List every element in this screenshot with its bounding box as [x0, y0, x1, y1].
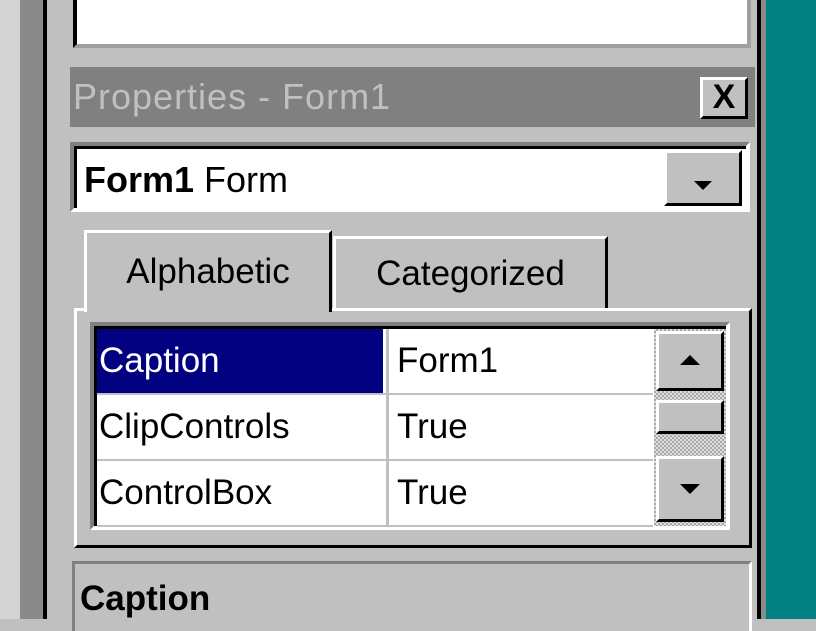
- left-edge: [0, 0, 20, 619]
- property-name[interactable]: ControlBox: [97, 461, 383, 525]
- description-title: Caption: [80, 579, 211, 618]
- property-name[interactable]: Caption: [97, 329, 383, 393]
- property-value[interactable]: True: [386, 461, 654, 525]
- window-title: Properties - Form1: [73, 76, 392, 117]
- object-type: Form: [204, 159, 289, 200]
- property-value[interactable]: True: [386, 395, 654, 459]
- arrow-down-icon: [680, 484, 700, 494]
- object-dropdown-button[interactable]: [664, 150, 742, 206]
- left-frame: [20, 0, 43, 619]
- desktop-background: [766, 0, 816, 619]
- object-name: Form1: [84, 159, 195, 200]
- scroll-thumb[interactable]: [656, 400, 724, 434]
- tab-alphabetic[interactable]: Alphabetic: [84, 230, 332, 312]
- tab-categorized[interactable]: Categorized: [333, 236, 608, 308]
- close-button[interactable]: X: [700, 77, 748, 119]
- property-name[interactable]: ClipControls: [97, 395, 383, 459]
- arrow-up-icon: [680, 355, 700, 365]
- object-selector-text: Form1 Form: [84, 152, 288, 208]
- project-explorer-pane: [73, 0, 751, 48]
- chevron-down-icon: [694, 181, 712, 190]
- close-icon: X: [712, 78, 736, 116]
- property-value[interactable]: Form1: [386, 329, 654, 393]
